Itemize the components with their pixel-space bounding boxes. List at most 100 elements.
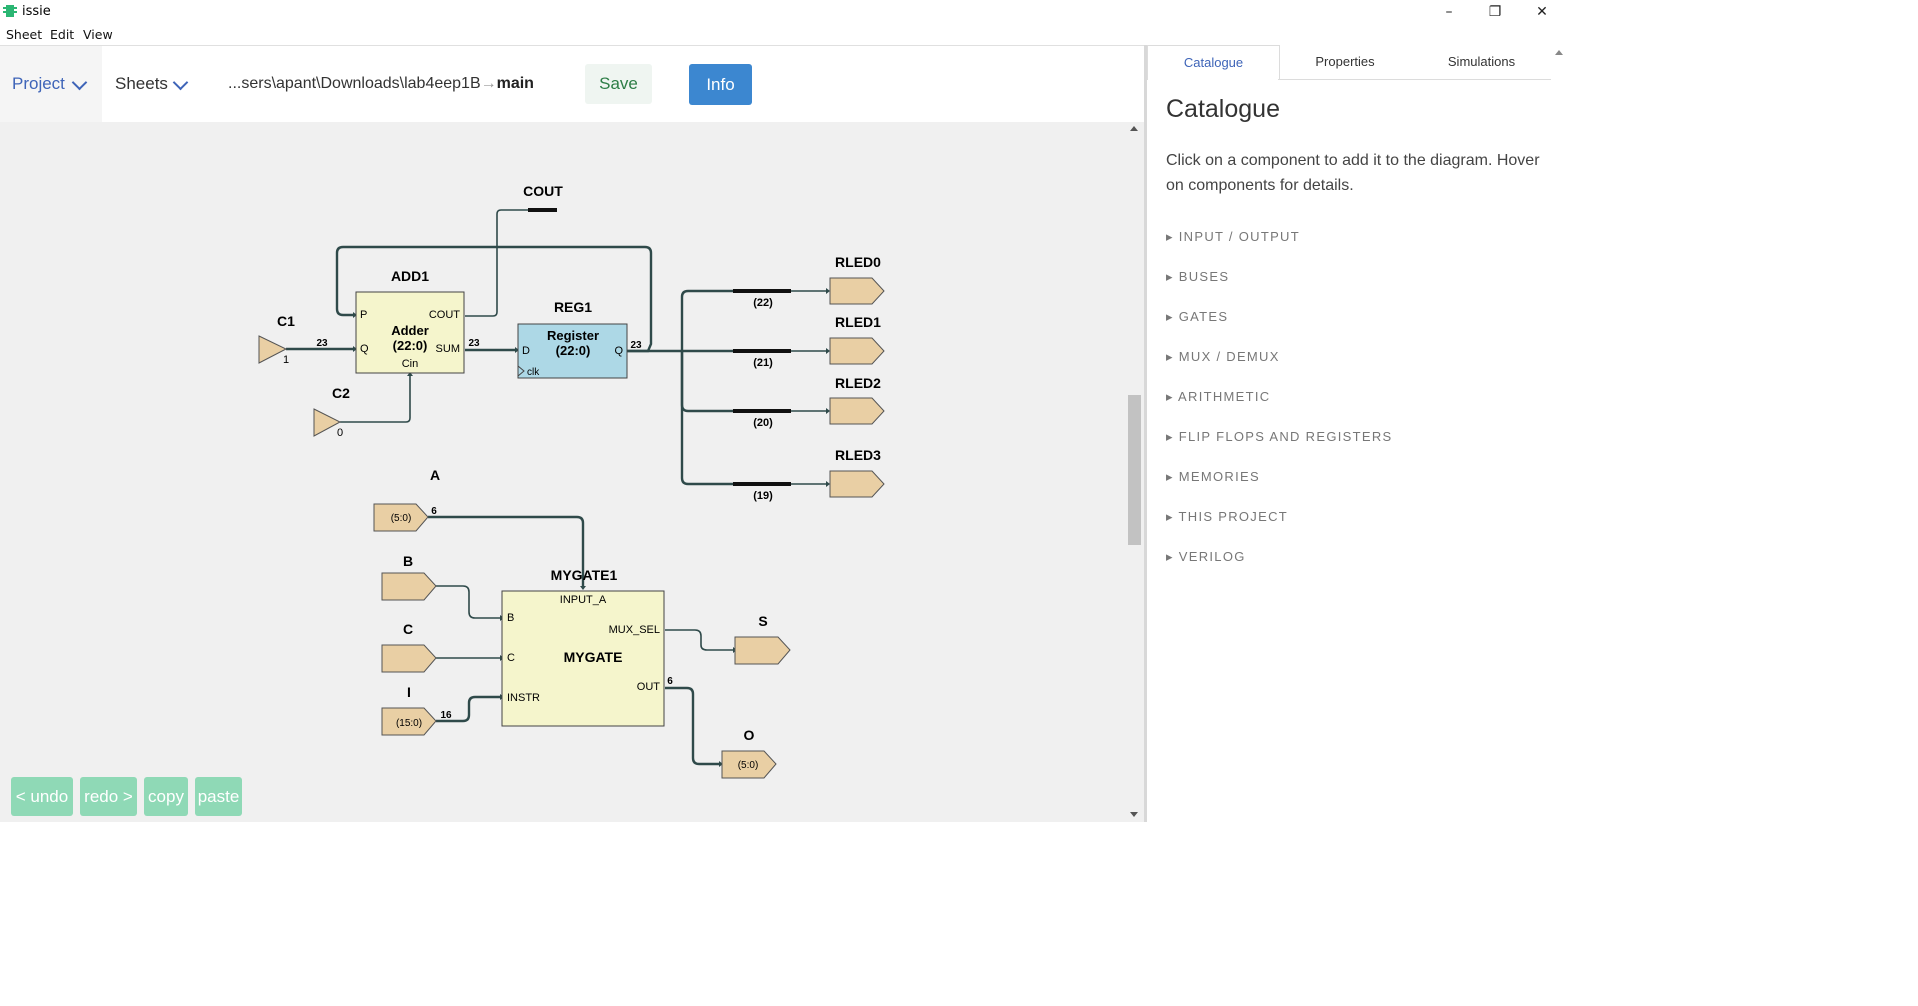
reg1-label: REG1 (554, 299, 592, 315)
wire (436, 585, 500, 619)
rled1-output[interactable] (829, 337, 885, 365)
s-output[interactable] (734, 636, 791, 665)
catalogue-item-this-project[interactable]: ▸ THIS PROJECT (1166, 509, 1288, 525)
adder-range: (22:0) (393, 338, 428, 353)
catalogue-item-verilog[interactable]: ▸ VERILOG (1166, 549, 1246, 565)
a-label: A (430, 467, 440, 483)
menu-view[interactable]: View (83, 27, 113, 42)
close-button[interactable]: ✕ (1519, 2, 1565, 24)
port-label: COUT (429, 309, 460, 321)
minimize-button[interactable]: – (1426, 2, 1472, 24)
port-label: B (507, 612, 514, 624)
catalogue-title: Catalogue (1166, 95, 1280, 123)
catalogue-item-memories[interactable]: ▸ MEMORIES (1166, 469, 1260, 485)
info-button[interactable]: Info (689, 64, 752, 105)
port-label: Cin (402, 358, 419, 370)
rled0-output[interactable] (829, 277, 885, 305)
menu-sheet[interactable]: Sheet (6, 27, 42, 42)
bus-select-bit: (19) (753, 490, 773, 502)
mygate-title: MYGATE (564, 649, 623, 665)
port-label: INSTR (507, 692, 540, 704)
c1-constant[interactable] (258, 335, 288, 364)
caret-right-icon: ▸ (1166, 269, 1179, 284)
c2-label: C2 (332, 385, 350, 401)
chevron-down-icon (71, 74, 88, 91)
scroll-up-icon[interactable] (1555, 50, 1563, 55)
cout-output[interactable] (528, 208, 557, 212)
caret-right-icon: ▸ (1166, 509, 1179, 524)
caret-right-icon: ▸ (1166, 349, 1179, 364)
i-label: I (407, 684, 411, 700)
title-bar: issie – ❐ ✕ (0, 0, 1568, 24)
menu-edit[interactable]: Edit (50, 27, 74, 42)
rled0-label: RLED0 (835, 254, 881, 270)
wire-width-label: 23 (316, 338, 328, 349)
c-input[interactable] (381, 644, 437, 673)
wire (680, 351, 733, 486)
mygate1-label: MYGATE1 (551, 567, 618, 583)
schematic-diagram[interactable]: COUT C1 1 23 C2 0 ADD1 P Q COUT SUM Cin … (0, 122, 1126, 822)
schematic-canvas[interactable]: COUT C1 1 23 C2 0 ADD1 P Q COUT SUM Cin … (0, 122, 1126, 822)
rled3-label: RLED3 (835, 447, 881, 463)
undo-button[interactable]: < undo (11, 777, 73, 816)
tab-properties[interactable]: Properties (1278, 45, 1412, 79)
i-range: (15:0) (396, 718, 422, 729)
rled2-output[interactable] (829, 397, 885, 425)
catalogue-item-gates[interactable]: ▸ GATES (1166, 309, 1228, 325)
port-label: D (522, 345, 530, 357)
register-range: (22:0) (556, 343, 591, 358)
port-label: P (360, 309, 367, 321)
side-panel-scrollbar[interactable] (1551, 45, 1568, 822)
project-label: Project (12, 74, 65, 93)
maximize-button[interactable]: ❐ (1472, 2, 1518, 24)
paste-button[interactable]: paste (195, 777, 242, 816)
rled1-label: RLED1 (835, 314, 881, 330)
tab-simulations[interactable]: Simulations (1412, 45, 1551, 79)
wire (465, 209, 528, 317)
catalogue-item-flip-flops[interactable]: ▸ FLIP FLOPS AND REGISTERS (1166, 429, 1392, 445)
bus-select[interactable] (733, 482, 791, 486)
adder-title: Adder (391, 323, 429, 338)
scroll-up-icon[interactable] (1130, 126, 1138, 131)
c2-value: 0 (337, 427, 343, 439)
b-input[interactable] (381, 572, 437, 601)
wire-width-label: 16 (440, 710, 452, 721)
bus-select[interactable] (733, 289, 791, 293)
catalogue-item-mux-demux[interactable]: ▸ MUX / DEMUX (1166, 349, 1280, 365)
wire-width-label: 6 (667, 676, 673, 687)
tab-catalogue[interactable]: Catalogue (1147, 45, 1280, 80)
path-sheet-name: main (496, 75, 534, 92)
menu-bar: Sheet Edit View (0, 24, 1145, 44)
cout-output-label: COUT (523, 183, 563, 199)
project-dropdown[interactable]: Project (0, 46, 102, 122)
bus-select[interactable] (733, 349, 791, 353)
port-label: MUX_SEL (609, 624, 660, 636)
wire (680, 289, 733, 351)
caret-right-icon: ▸ (1166, 429, 1179, 444)
save-button[interactable]: Save (585, 64, 652, 104)
catalogue-item-input-output[interactable]: ▸ INPUT / OUTPUT (1166, 229, 1300, 245)
port-label: INPUT_A (560, 594, 607, 606)
catalogue-item-buses[interactable]: ▸ BUSES (1166, 269, 1229, 285)
wire-width-label: 23 (630, 340, 642, 351)
wire (665, 629, 733, 651)
scroll-down-icon[interactable] (1130, 812, 1138, 817)
caret-right-icon: ▸ (1166, 469, 1179, 484)
wire (680, 351, 733, 413)
copy-button[interactable]: copy (144, 777, 188, 816)
rled3-output[interactable] (829, 470, 885, 498)
a-range: (5:0) (391, 513, 412, 524)
port-label: clk (527, 367, 540, 378)
scrollbar-thumb[interactable] (1128, 395, 1141, 545)
canvas-scrollbar[interactable] (1126, 122, 1144, 822)
bus-select[interactable] (733, 409, 791, 413)
tab-divider (1278, 79, 1551, 80)
port-label: OUT (637, 681, 661, 693)
path-prefix: ...sers\apant\Downloads\lab4eep1B (228, 75, 481, 92)
caret-right-icon: ▸ (1166, 389, 1179, 404)
port-label: Q (614, 345, 623, 357)
catalogue-item-arithmetic[interactable]: ▸ ARITHMETIC (1166, 389, 1270, 405)
bus-select-bit: (22) (753, 297, 773, 309)
wire-width-label: 23 (468, 338, 480, 349)
redo-button[interactable]: redo > (80, 777, 137, 816)
